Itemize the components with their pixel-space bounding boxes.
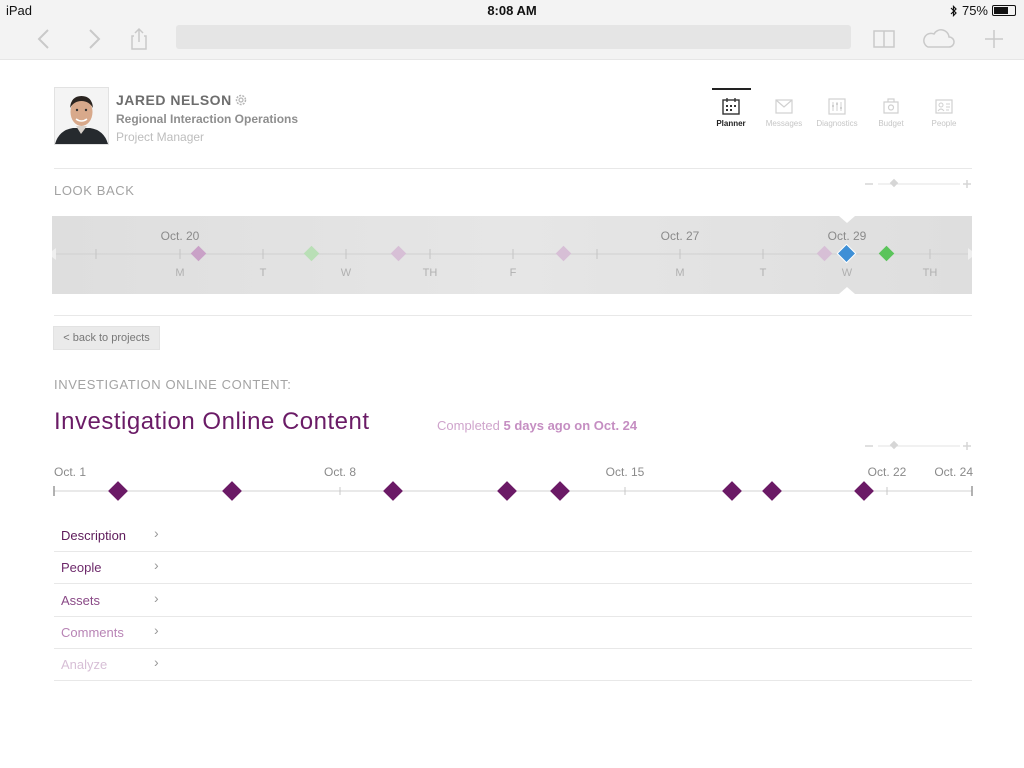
nav-label: Budget — [878, 119, 904, 128]
back-arrow-icon[interactable] — [30, 25, 58, 53]
lookback-weekday: TH — [423, 267, 438, 279]
look-back-title: LOOK BACK — [54, 183, 135, 198]
nav-label: Messages — [765, 119, 803, 128]
lookback-date-label: Oct. 20 — [161, 229, 200, 243]
clock: 8:08 AM — [487, 3, 537, 18]
nav-label: Planner — [716, 119, 746, 128]
user-organization: Regional Interaction Operations — [116, 112, 299, 126]
lookback-weekday: W — [842, 267, 853, 279]
project-timeline[interactable]: Oct. 1 Oct. 8 Oct. 15 Oct. 22 Oct. 24 — [0, 455, 1024, 505]
project-zoom-slider[interactable] — [864, 440, 972, 452]
detail-row-label: Analyze — [61, 657, 108, 672]
people-icon — [935, 99, 953, 114]
gear-icon[interactable] — [234, 93, 248, 107]
nav-label: Diagnostics — [816, 119, 858, 128]
zoom-slider-thumb[interactable] — [889, 178, 899, 188]
completion-prefix: Completed — [437, 418, 504, 433]
project-section-label: INVESTIGATION ONLINE CONTENT: — [54, 377, 292, 392]
task-milestone-marker[interactable] — [383, 481, 403, 501]
chevron-right-icon: › — [154, 557, 159, 573]
lookback-weekday: M — [675, 267, 684, 279]
avatar-photo — [55, 88, 108, 144]
look-back-timeline[interactable]: Oct. 20 Oct. 27 Oct. 29 M T W TH F M T W… — [52, 216, 972, 294]
forward-arrow-icon[interactable] — [80, 25, 108, 53]
cloud-icon[interactable] — [920, 25, 956, 53]
lookback-weekday: F — [510, 267, 517, 279]
zoom-slider-thumb[interactable] — [889, 440, 899, 450]
browser-toolbar — [0, 20, 1024, 60]
divider — [54, 168, 972, 169]
timeline-date-label: Oct. 15 — [606, 465, 645, 479]
nav-budget[interactable]: Budget — [868, 96, 914, 128]
lookback-weekday: T — [260, 267, 267, 279]
bluetooth-icon — [950, 4, 957, 17]
lookback-weekday: TH — [923, 267, 938, 279]
detail-row-label: Description — [61, 528, 127, 543]
status-right: 75% — [950, 3, 1016, 18]
lookback-zoom-slider[interactable] — [864, 178, 972, 190]
detail-row-people[interactable]: People › — [54, 552, 972, 584]
chevron-right-icon: › — [154, 590, 159, 606]
detail-row-analyze[interactable]: Analyze › — [54, 649, 972, 681]
timeline-date-label: Oct. 24 — [934, 465, 973, 479]
avatar — [54, 87, 109, 145]
calendar-icon — [722, 98, 740, 115]
chevron-right-icon: › — [154, 654, 159, 670]
address-bar[interactable] — [176, 25, 851, 49]
completion-date: 5 days ago on Oct. 24 — [503, 418, 638, 433]
battery-icon — [992, 5, 1016, 16]
user-role: Project Manager — [116, 130, 205, 144]
detail-row-comments[interactable]: Comments › — [54, 617, 972, 649]
bookmarks-icon[interactable] — [870, 25, 898, 53]
divider — [54, 315, 972, 316]
timeline-date-label: Oct. 22 — [868, 465, 907, 479]
detail-row-label: Assets — [61, 593, 101, 608]
task-milestone-marker[interactable] — [550, 481, 570, 501]
status-bar: iPad 8:08 AM 75% — [0, 0, 1024, 20]
task-milestone-marker[interactable] — [762, 481, 782, 501]
detail-row-label: People — [61, 560, 102, 575]
back-to-projects-button[interactable]: < back to projects — [53, 326, 160, 350]
diagnostics-icon — [828, 98, 846, 115]
lookback-weekday: M — [175, 267, 184, 279]
timeline-date-label: Oct. 8 — [324, 465, 356, 479]
budget-icon — [883, 98, 899, 114]
lookback-weekday: T — [760, 267, 767, 279]
chevron-right-icon: › — [154, 622, 159, 638]
timeline-date-label: Oct. 1 — [54, 465, 86, 479]
user-name: JARED NELSON — [116, 92, 232, 108]
nav-planner[interactable]: Planner — [708, 96, 754, 128]
lookback-weekday: W — [341, 267, 352, 279]
task-milestone-marker[interactable] — [854, 481, 874, 501]
task-milestone-marker[interactable] — [497, 481, 517, 501]
nav-people[interactable]: People — [921, 96, 967, 128]
lookback-date-label: Oct. 27 — [661, 229, 700, 243]
nav-messages[interactable]: Messages — [761, 96, 807, 128]
lookback-date-label: Oct. 29 — [828, 229, 867, 243]
chevron-right-icon: › — [154, 525, 159, 541]
new-tab-icon[interactable] — [980, 25, 1008, 53]
nav-diagnostics[interactable]: Diagnostics — [814, 96, 860, 128]
battery-percent: 75% — [961, 3, 988, 18]
detail-row-label: Comments — [61, 625, 124, 640]
nav-active-indicator — [712, 88, 751, 90]
nav-label: People — [931, 119, 957, 128]
detail-row-description[interactable]: Description › — [54, 520, 972, 552]
task-milestone-marker[interactable] — [722, 481, 742, 501]
messages-icon — [775, 99, 793, 114]
task-milestone-marker[interactable] — [222, 481, 242, 501]
project-title: Investigation Online Content — [54, 408, 370, 435]
share-icon[interactable] — [125, 25, 153, 53]
completion-status: Completed 5 days ago on Oct. 24 — [437, 418, 637, 433]
detail-row-assets[interactable]: Assets › — [54, 585, 972, 617]
task-milestone-marker[interactable] — [108, 481, 128, 501]
